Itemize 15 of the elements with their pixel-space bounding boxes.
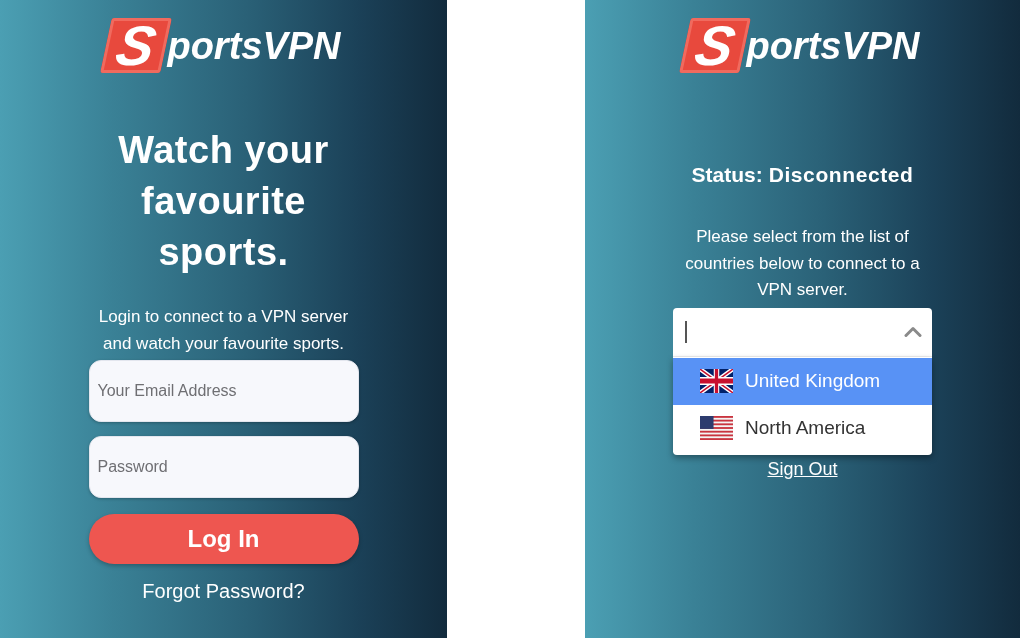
country-option[interactable]: North America <box>673 404 932 452</box>
forgot-password-link[interactable]: Forgot Password? <box>142 579 305 603</box>
status-label: Status: <box>691 162 763 188</box>
country-search-field[interactable] <box>673 307 932 357</box>
text-cursor-icon <box>685 320 687 343</box>
stars-and-stripes-flag-icon <box>700 416 733 440</box>
email-field[interactable]: Your Email Address <box>88 360 359 422</box>
sign-out-link[interactable]: Sign Out <box>767 457 838 480</box>
subtitle: Login to connect to a VPN server and watch your favourite sports. <box>97 306 350 355</box>
union-flag-icon <box>700 369 733 393</box>
login-button[interactable]: Log In <box>88 514 359 564</box>
headline: Watch your favourite sports. <box>117 128 330 275</box>
instructions-text: Please select from the list of countries below to connect to a VPN server. <box>684 226 921 301</box>
password-field[interactable]: Password <box>88 436 359 498</box>
status-value: Disconnected <box>768 162 914 188</box>
